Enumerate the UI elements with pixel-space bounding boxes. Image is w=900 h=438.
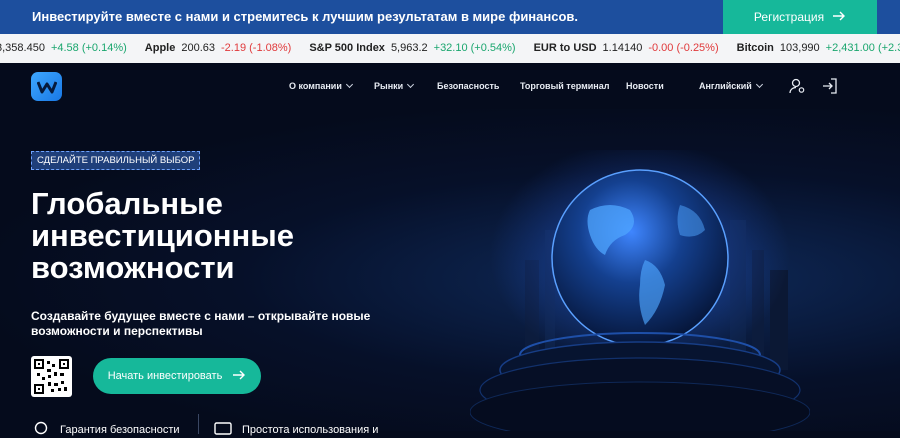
- feature-ease-label: Простота использования и: [242, 423, 379, 436]
- start-investing-label: Начать инвестировать: [107, 370, 223, 382]
- chevron-down-icon: [345, 80, 353, 89]
- register-label: Регистрация: [753, 10, 825, 24]
- promo-text: Инвестируйте вместе с нами и стремитесь …: [32, 9, 579, 24]
- ticker-change: +2,431.00 (+2.39%): [825, 42, 900, 54]
- hero-title-line: инвестиционные: [31, 218, 294, 253]
- hero-badge: СДЕЛАЙТЕ ПРАВИЛЬНЫЙ ВЫБОР: [31, 151, 201, 170]
- chevron-down-icon: [755, 80, 763, 89]
- ticker-item[interactable]: Apple 200.63 -2.19 (-1.08%): [145, 42, 292, 54]
- nav-terminal-label: Торговый терминал: [520, 81, 610, 91]
- ticker-item[interactable]: S&P 500 Index 5,963.2 +32.10 (+0.54%): [309, 42, 515, 54]
- hero-title-line: возможности: [31, 250, 235, 285]
- logo-icon: [36, 80, 57, 93]
- chevron-down-icon: [407, 80, 415, 89]
- feature-divider: [198, 414, 199, 434]
- ticker-item[interactable]: Bitcoin 103,990 +2,431.00 (+2.39%): [737, 42, 900, 54]
- feature-security-label: Гарантия безопасности: [60, 423, 180, 436]
- register-button[interactable]: Регистрация: [723, 0, 877, 34]
- shield-icon: [34, 421, 48, 438]
- ticker-name: S&P 500 Index: [309, 42, 385, 54]
- nav-about[interactable]: О компании: [289, 80, 353, 91]
- ticker-name: Bitcoin: [736, 42, 774, 54]
- language-selector[interactable]: Английский: [699, 80, 763, 91]
- market-ticker: 3,358.450 +4.58 (+0.14%) Apple 200.63 -2.19 …: [0, 34, 900, 63]
- ticker-change: -0.00 (-0.25%): [648, 42, 719, 54]
- arrow-right-icon: [832, 10, 846, 24]
- start-investing-button[interactable]: Начать инвестировать: [93, 358, 261, 394]
- nav-markets[interactable]: Рынки: [374, 80, 415, 91]
- ticker-name: EUR to USD: [533, 42, 597, 54]
- user-settings-icon[interactable]: [788, 77, 806, 100]
- feature-security: Гарантия безопасности: [34, 421, 180, 438]
- nav-terminal[interactable]: Торговый терминал: [520, 81, 609, 91]
- login-icon[interactable]: [821, 77, 839, 100]
- ticker-item[interactable]: EUR to USD 1.14140 -0.00 (-0.25%): [534, 42, 719, 54]
- qr-code-icon: [34, 359, 69, 394]
- ticker-price: 3,358.450: [0, 42, 45, 54]
- nav-news-label: Новости: [626, 81, 664, 91]
- nav-news[interactable]: Новости: [626, 81, 664, 91]
- arrow-right-icon: [232, 370, 246, 383]
- language-label: Английский: [699, 81, 752, 91]
- nav-about-label: О компании: [289, 81, 342, 91]
- hero-subtitle-line: возможности и перспективы: [31, 324, 203, 338]
- nav-markets-label: Рынки: [374, 81, 404, 91]
- ticker-change: +4.58 (+0.14%): [50, 42, 127, 54]
- ticker-change: -2.19 (-1.08%): [221, 42, 292, 54]
- ticker-price: 1.14140: [602, 42, 643, 54]
- hero-subtitle-line: Создавайте будущее вместе с нами – откры…: [31, 309, 371, 323]
- qr-code: [31, 356, 72, 397]
- hero-title-line: Глобальные: [31, 186, 223, 221]
- ticker-change: +32.10 (+0.54%): [433, 42, 516, 54]
- ticker-price: 103,990: [779, 42, 820, 54]
- hero-title: Глобальные инвестиционные возможности: [31, 188, 361, 284]
- globe-illustration: [469, 140, 811, 438]
- promo-bar: Инвестируйте вместе с нами и стремитесь …: [0, 0, 900, 34]
- ticker-price: 200.63: [181, 42, 215, 54]
- ticker-price: 5,963.2: [390, 42, 428, 54]
- nav-security[interactable]: Безопасность: [437, 81, 499, 91]
- ticker-item[interactable]: 3,358.450 +4.58 (+0.14%): [0, 42, 127, 54]
- logo[interactable]: [31, 72, 62, 101]
- nav-security-label: Безопасность: [437, 81, 500, 91]
- monitor-icon: [214, 421, 232, 438]
- ticker-name: Apple: [144, 42, 176, 54]
- hero-subtitle: Создавайте будущее вместе с нами – откры…: [31, 309, 391, 339]
- feature-ease: Простота использования и: [214, 421, 378, 438]
